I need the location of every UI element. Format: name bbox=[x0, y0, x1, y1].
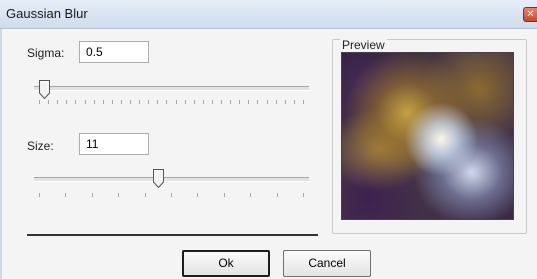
close-button[interactable]: ✕ bbox=[523, 7, 537, 22]
gaussian-blur-dialog: Gaussian Blur ✕ Sigma: Size: Preview Ok … bbox=[0, 0, 537, 279]
sigma-input[interactable] bbox=[79, 41, 149, 63]
slider-tick bbox=[303, 100, 304, 104]
slider-tick bbox=[148, 100, 150, 104]
ok-button[interactable]: Ok bbox=[182, 250, 270, 277]
sigma-slider-track[interactable] bbox=[34, 86, 309, 91]
slider-tick bbox=[221, 100, 223, 104]
slider-tick bbox=[39, 193, 40, 197]
slider-tick bbox=[257, 100, 259, 104]
size-input[interactable] bbox=[79, 133, 149, 155]
slider-tick bbox=[230, 100, 232, 104]
slider-tick bbox=[276, 193, 278, 197]
slider-tick bbox=[102, 100, 104, 104]
slider-tick bbox=[184, 100, 186, 104]
slider-tick bbox=[65, 193, 67, 197]
sigma-label: Sigma: bbox=[27, 46, 65, 60]
size-label: Size: bbox=[27, 139, 54, 153]
size-slider-thumb[interactable] bbox=[152, 169, 164, 188]
close-icon: ✕ bbox=[526, 9, 535, 20]
size-slider-track[interactable] bbox=[34, 177, 309, 182]
slider-tick bbox=[293, 100, 295, 104]
slider-tick bbox=[275, 100, 277, 104]
slider-tick bbox=[248, 100, 250, 104]
title-bar[interactable]: Gaussian Blur ✕ bbox=[0, 0, 537, 29]
slider-tick bbox=[171, 193, 172, 197]
slider-tick bbox=[157, 100, 159, 104]
slider-tick bbox=[211, 100, 213, 104]
slider-tick bbox=[197, 193, 199, 197]
slider-tick bbox=[57, 100, 59, 104]
slider-tick bbox=[84, 100, 86, 104]
slider-tick bbox=[193, 100, 195, 104]
slider-tick bbox=[91, 193, 93, 197]
slider-tick bbox=[139, 100, 141, 104]
slider-tick bbox=[118, 193, 120, 197]
slider-tick bbox=[75, 100, 77, 104]
separator-line bbox=[27, 234, 318, 236]
slider-tick bbox=[39, 100, 40, 104]
slider-tick bbox=[266, 100, 268, 104]
slider-tick bbox=[303, 193, 304, 197]
slider-tick bbox=[111, 100, 113, 104]
sigma-slider-thumb[interactable] bbox=[39, 80, 51, 99]
slider-tick bbox=[66, 100, 68, 104]
slider-tick bbox=[166, 100, 168, 104]
slider-tick bbox=[130, 100, 132, 104]
preview-image bbox=[341, 52, 514, 220]
cancel-button[interactable]: Cancel bbox=[283, 250, 371, 277]
slider-tick bbox=[202, 100, 204, 104]
sigma-slider-ticks bbox=[39, 100, 304, 104]
window-title: Gaussian Blur bbox=[6, 6, 88, 21]
slider-tick bbox=[223, 193, 225, 197]
slider-tick bbox=[93, 100, 95, 104]
window-frame bbox=[0, 29, 2, 279]
slider-tick bbox=[144, 193, 146, 197]
slider-tick bbox=[284, 100, 286, 104]
slider-tick bbox=[239, 100, 241, 104]
size-slider-ticks bbox=[39, 193, 304, 197]
slider-tick bbox=[48, 100, 50, 104]
slider-tick bbox=[175, 100, 177, 104]
slider-tick bbox=[250, 193, 252, 197]
preview-label: Preview bbox=[340, 38, 387, 52]
slider-tick bbox=[120, 100, 122, 104]
